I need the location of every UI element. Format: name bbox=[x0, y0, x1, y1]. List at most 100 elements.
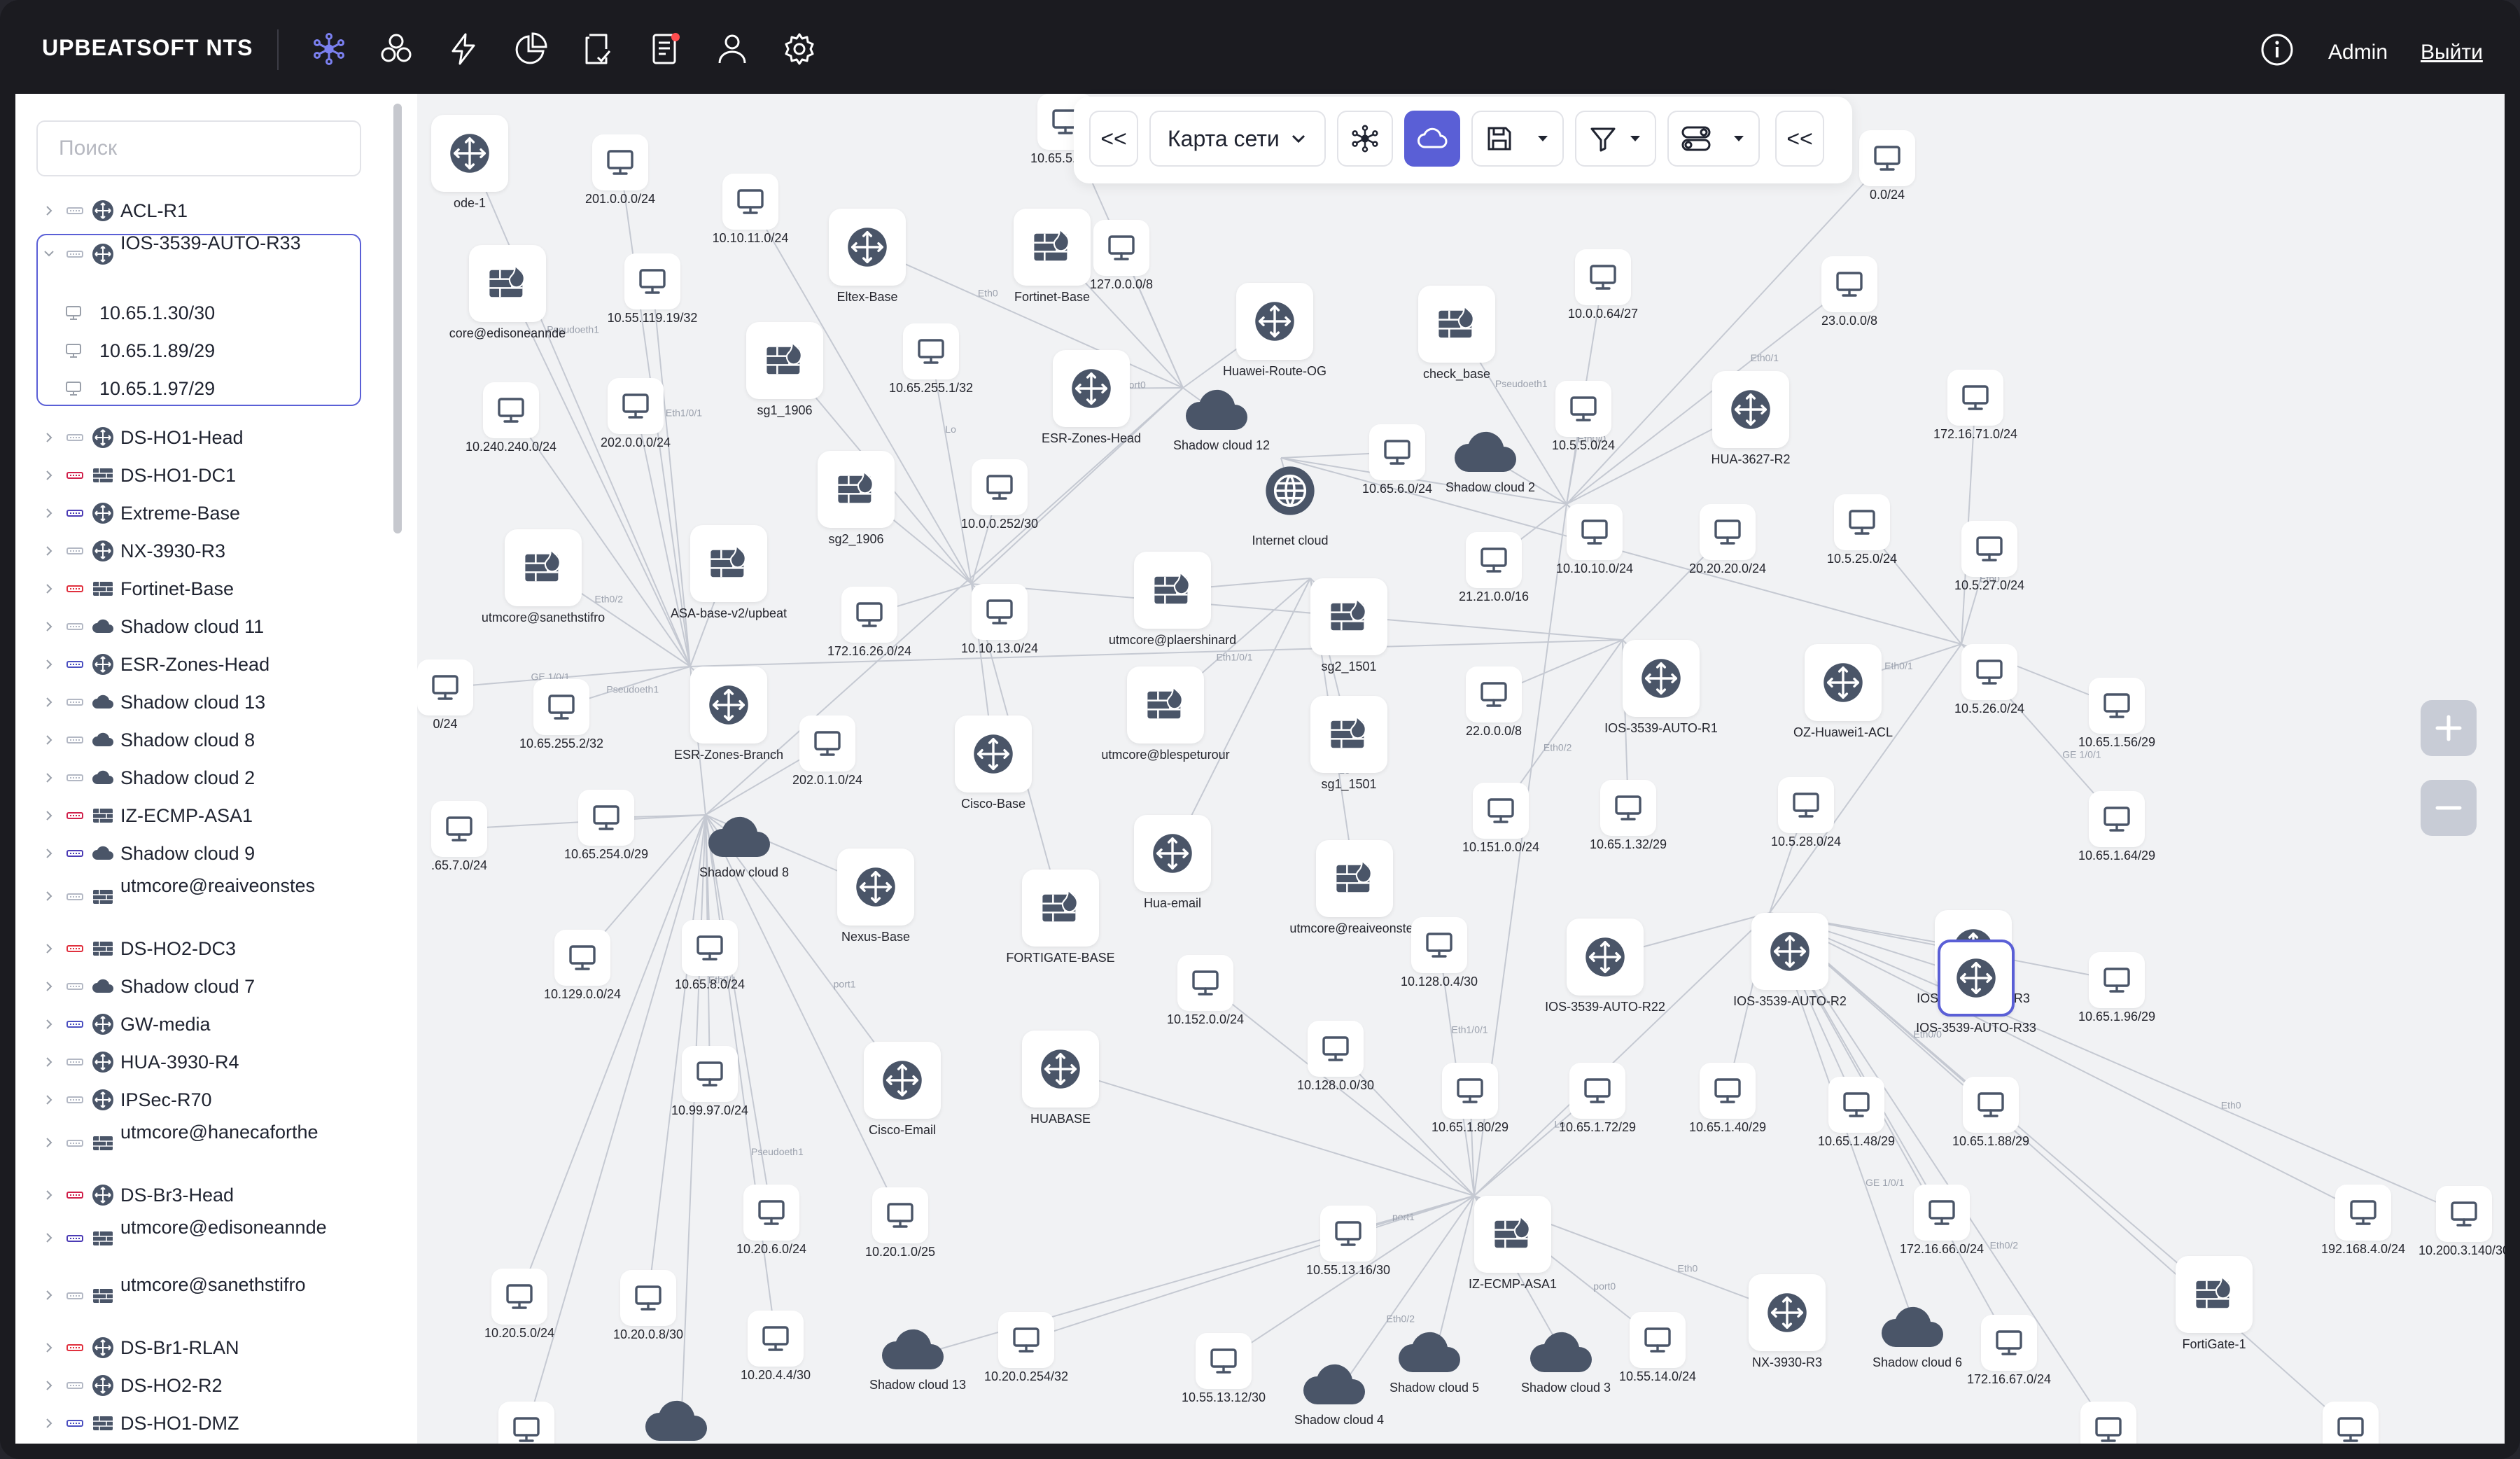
chevron-right-icon[interactable] bbox=[42, 204, 56, 218]
subnet-node[interactable]: 10.20.0.16/30 bbox=[498, 1402, 554, 1444]
tree-item[interactable]: utmcore@edisoneannde bbox=[15, 1214, 386, 1263]
firewall-node[interactable]: utmcore@blespeturour bbox=[1101, 666, 1230, 762]
subnet-node[interactable]: 10.65.1.56/29 bbox=[2078, 678, 2155, 749]
tree-item[interactable]: utmcore@hanecaforthe bbox=[15, 1119, 386, 1168]
subnet-node[interactable]: 10.65.255.1/32 bbox=[889, 323, 973, 395]
zoom-out-button[interactable] bbox=[2421, 780, 2477, 836]
router-node[interactable]: ESR-Zones-Head bbox=[1042, 350, 1141, 445]
tree-item[interactable]: HUA-3930-R4 bbox=[15, 1043, 386, 1081]
chevron-right-icon[interactable] bbox=[42, 733, 56, 747]
router-node[interactable]: Cisco-Email bbox=[864, 1042, 941, 1137]
firewall-node[interactable]: utmcore@plaershinard bbox=[1109, 552, 1236, 647]
subnet-node[interactable]: 0.0/24 bbox=[1859, 130, 1915, 202]
router-node[interactable]: HUABASE bbox=[1022, 1031, 1099, 1126]
router-node[interactable]: NX-3930-R3 bbox=[1749, 1274, 1826, 1369]
router-node[interactable]: Nexus-Base bbox=[837, 849, 914, 944]
subnet-node[interactable]: 10.128.0.0/30 bbox=[1297, 1021, 1374, 1092]
chevron-right-icon[interactable] bbox=[42, 1136, 56, 1150]
subnet-tree-item[interactable]: 10.65.1.30/30 bbox=[64, 294, 358, 332]
router-node[interactable]: IOS-3539-AUTO-R33 bbox=[1916, 940, 2036, 1035]
tree-item[interactable]: IPSec-R70 bbox=[15, 1081, 386, 1119]
firewall-node[interactable]: FortiGate-1 bbox=[2176, 1256, 2253, 1351]
subnet-node[interactable]: 172.16.71.0/24 bbox=[1933, 370, 2017, 441]
subnet-node[interactable]: 10.65.8.0/24 bbox=[675, 920, 745, 991]
subnet-node[interactable]: 10.0.0.252/30 bbox=[961, 459, 1038, 531]
subnet-node[interactable]: 10.240.240.0/24 bbox=[465, 382, 556, 454]
firewall-node[interactable]: Fortinet-Base bbox=[1014, 209, 1091, 304]
reports-icon[interactable] bbox=[512, 31, 549, 67]
subnet-node[interactable]: 22.0.0.0/8 bbox=[1466, 666, 1522, 738]
shadow-cloud-node[interactable]: Shadow cloud 5 bbox=[1390, 1330, 1479, 1395]
subnet-node[interactable]: 23.0.0.0/8 bbox=[1821, 256, 1877, 328]
info-icon[interactable] bbox=[2260, 32, 2295, 67]
router-node[interactable]: HUA-3627-R2 bbox=[1711, 371, 1791, 466]
chevron-right-icon[interactable] bbox=[42, 889, 56, 903]
chevron-right-icon[interactable] bbox=[42, 544, 56, 558]
subnet-node[interactable]: 10.65.1.48/29 bbox=[1818, 1077, 1895, 1148]
subnet-node[interactable]: 10.65.1.64/29 bbox=[2078, 791, 2155, 863]
subnet-node[interactable]: 10.55.119.19/32 bbox=[608, 253, 697, 325]
chevron-right-icon[interactable] bbox=[42, 1416, 56, 1430]
tree-item[interactable]: ACL-R1 bbox=[15, 192, 386, 230]
chevron-right-icon[interactable] bbox=[42, 582, 56, 596]
events-icon[interactable] bbox=[445, 31, 482, 67]
subnet-node[interactable]: 10.99.97.0/24 bbox=[671, 1046, 748, 1117]
shadow-cloud-node[interactable]: Shadow cloud 8 bbox=[699, 815, 789, 879]
tree-item[interactable]: Fortinet-Base bbox=[15, 570, 386, 608]
subnet-node[interactable]: 201.0.0.0/24 bbox=[585, 134, 655, 206]
subnet-node[interactable]: 10.20.0.8/30 bbox=[613, 1270, 683, 1341]
tree-item[interactable]: DS-HO2-DC3 bbox=[15, 930, 386, 968]
tree-item[interactable]: DS-HO2-R2 bbox=[15, 1367, 386, 1404]
subnet-node[interactable]: 10.65.1.88/29 bbox=[1952, 1077, 2029, 1148]
router-node[interactable]: ode-1 bbox=[431, 115, 508, 210]
chevron-right-icon[interactable] bbox=[42, 1288, 56, 1302]
subnet-node[interactable]: 10.5.27.0/24 bbox=[1954, 521, 2024, 592]
topology-icon[interactable] bbox=[311, 31, 347, 67]
chevron-right-icon[interactable] bbox=[42, 1378, 56, 1392]
clouds-toggle-button[interactable] bbox=[1404, 111, 1460, 167]
router-node[interactable]: ESR-Zones-Branch bbox=[674, 666, 783, 762]
shadow-cloud-node[interactable]: Shadow cloud 12 bbox=[1173, 388, 1270, 452]
firewall-node[interactable]: FORTIGATE-BASE bbox=[1006, 870, 1115, 965]
router-node[interactable]: Eltex-Base bbox=[829, 209, 906, 304]
tree-item[interactable]: Shadow cloud 8 bbox=[15, 721, 386, 759]
subnet-node[interactable]: 10.151.0.0/24 bbox=[1462, 783, 1539, 854]
subnet-node[interactable]: 10.5.26.0/24 bbox=[1954, 644, 2024, 715]
subnet-node[interactable]: 10.0.0.64/27 bbox=[1568, 249, 1638, 321]
collapse-left-button[interactable]: << bbox=[1089, 111, 1138, 167]
subnet-node[interactable]: 127.0.0.0/8 bbox=[1090, 220, 1153, 291]
chevron-right-icon[interactable] bbox=[42, 657, 56, 671]
firewall-node[interactable]: utmcore@reaiveonstes bbox=[1289, 840, 1420, 935]
chevron-right-icon[interactable] bbox=[42, 979, 56, 993]
tree-item[interactable]: DS-Br1-RLAN bbox=[15, 1329, 386, 1367]
tree-item[interactable]: IZ-ECMP-ASA1 bbox=[15, 797, 386, 835]
subnet-node[interactable]: 10.129.0.0/24 bbox=[544, 930, 621, 1001]
shadow-cloud-node[interactable]: Shadow cloud 6 bbox=[1872, 1305, 1962, 1369]
chevron-down-icon[interactable] bbox=[42, 246, 56, 260]
subnet-node[interactable]: 172.16.66.0/24 bbox=[1900, 1185, 1984, 1256]
chevron-right-icon[interactable] bbox=[42, 620, 56, 634]
chevron-right-icon[interactable] bbox=[42, 468, 56, 482]
tree-item[interactable]: Shadow cloud 7 bbox=[15, 968, 386, 1005]
chevron-right-icon[interactable] bbox=[42, 695, 56, 709]
tree-item[interactable]: Shadow cloud 11 bbox=[15, 608, 386, 645]
chevron-right-icon[interactable] bbox=[42, 1093, 56, 1107]
firewall-node[interactable]: sg1_1501 bbox=[1310, 696, 1387, 791]
firewall-node[interactable]: IZ-ECMP-ASA1 bbox=[1469, 1196, 1557, 1291]
router-node[interactable]: IOS-3539-AUTO-R1 bbox=[1604, 640, 1718, 735]
chevron-right-icon[interactable] bbox=[42, 771, 56, 785]
subnet-node[interactable]: 10.5.25.0/24 bbox=[1827, 494, 1897, 566]
chevron-right-icon[interactable] bbox=[42, 942, 56, 956]
router-node[interactable]: Hua-email bbox=[1134, 815, 1211, 910]
subnet-tree-item[interactable]: 10.65.1.89/29 bbox=[64, 332, 358, 370]
brand-logo[interactable]: UPBEATSOFT NTS bbox=[42, 35, 253, 61]
subnet-node[interactable]: 10.152.0.0/24 bbox=[1167, 955, 1244, 1026]
router-node[interactable]: Cisco-Base bbox=[955, 715, 1032, 811]
chevron-right-icon[interactable] bbox=[42, 1017, 56, 1031]
subnet-node[interactable]: 0/24 bbox=[417, 659, 473, 731]
user-icon[interactable] bbox=[714, 31, 750, 67]
subnet-node[interactable]: 10.65.254.0/29 bbox=[564, 790, 648, 861]
topology-layout-button[interactable] bbox=[1337, 111, 1393, 167]
tree-item[interactable]: DS-HO1-DC1 bbox=[15, 456, 386, 494]
router-node[interactable]: IOS-3539-AUTO-R2 bbox=[1733, 913, 1847, 1008]
